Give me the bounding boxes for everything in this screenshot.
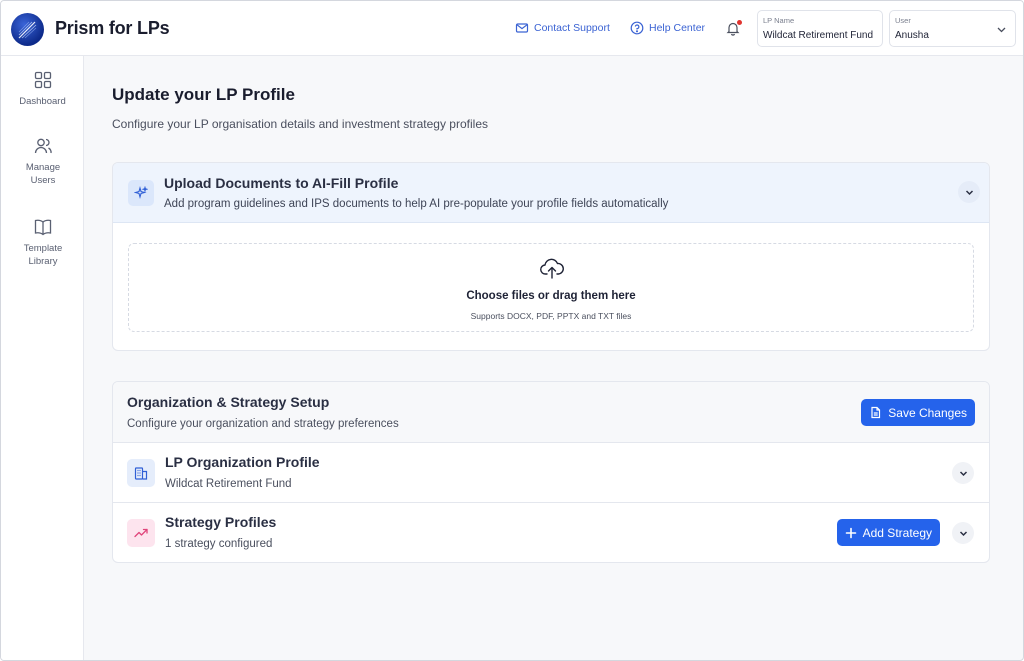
upload-card-header[interactable]: Upload Documents to AI-Fill Profile Add … (113, 163, 989, 223)
add-strategy-button[interactable]: Add Strategy (836, 519, 940, 546)
expand-org-profile-button[interactable] (952, 462, 974, 484)
help-center-link[interactable]: Help Center (630, 21, 705, 35)
strategy-profiles-subtitle: 1 strategy configured (165, 538, 273, 550)
user-value: Anusha (895, 30, 929, 41)
file-dropzone[interactable]: Choose files or drag them here Supports … (128, 243, 974, 332)
building-icon (127, 459, 155, 487)
cloud-upload-icon (540, 258, 564, 279)
expand-strategy-profiles-button[interactable] (952, 522, 974, 544)
plus-icon (845, 527, 856, 538)
top-bar: Prism for LPs Contact Support Help Cente… (1, 1, 1023, 56)
lp-organization-profile-row[interactable]: LP Organization Profile Wildcat Retireme… (113, 443, 989, 503)
lp-name-label: LP Name (763, 16, 795, 25)
contact-support-label: Contact Support (534, 22, 610, 34)
help-circle-icon (630, 21, 644, 35)
setup-card-header: Organization & Strategy Setup Configure … (113, 382, 989, 443)
mail-icon (515, 23, 529, 33)
sidebar-item-template-library[interactable]: Template Library (1, 217, 84, 268)
collapse-upload-button[interactable] (958, 181, 980, 203)
save-changes-label: Save Changes (888, 405, 967, 420)
sidebar-item-label: Manage Users (25, 162, 61, 186)
org-profile-title: LP Organization Profile (165, 454, 320, 470)
chevron-down-icon (959, 470, 967, 476)
page-title: Update your LP Profile (112, 85, 295, 104)
users-icon (34, 138, 52, 154)
organization-strategy-card: Organization & Strategy Setup Configure … (112, 381, 990, 563)
user-label: User (895, 16, 911, 25)
app-window: Prism for LPs Contact Support Help Cente… (0, 0, 1024, 661)
setup-card-title: Organization & Strategy Setup (127, 394, 330, 410)
org-profile-subtitle: Wildcat Retirement Fund (165, 478, 292, 490)
upload-documents-card: Upload Documents to AI-Fill Profile Add … (112, 162, 990, 351)
page-subtitle: Configure your LP organisation details a… (112, 117, 488, 131)
sidebar-item-label: Template Library (23, 243, 63, 267)
help-center-label: Help Center (649, 22, 706, 34)
upload-card-title: Upload Documents to AI-Fill Profile (164, 175, 399, 191)
notification-dot (737, 20, 742, 25)
add-strategy-label: Add Strategy (862, 525, 932, 540)
upload-card-description: Add program guidelines and IPS documents… (164, 198, 669, 210)
document-icon (871, 406, 881, 419)
strategy-profiles-title: Strategy Profiles (165, 514, 277, 530)
grid-icon (34, 71, 51, 89)
dropzone-supported-formats: Supports DOCX, PDF, PPTX and TXT files (470, 311, 632, 321)
sidebar-item-manage-users[interactable]: Manage Users (1, 136, 84, 187)
app-title: Prism for LPs (55, 18, 170, 38)
save-changes-button[interactable]: Save Changes (861, 399, 975, 426)
lp-name-selector[interactable]: LP Name Wildcat Retirement Fund (757, 10, 883, 47)
setup-card-description: Configure your organization and strategy… (127, 418, 399, 430)
notifications-button[interactable] (725, 20, 743, 38)
trending-up-icon (127, 519, 155, 547)
lp-name-value: Wildcat Retirement Fund (763, 30, 874, 41)
contact-support-link[interactable]: Contact Support (515, 21, 610, 35)
chevron-down-icon (997, 27, 1006, 33)
dropzone-title: Choose files or drag them here (466, 290, 636, 302)
sidebar: Dashboard Manage Users Template Library (1, 56, 84, 660)
sidebar-item-dashboard[interactable]: Dashboard (1, 70, 84, 108)
user-selector[interactable]: User Anusha (889, 10, 1016, 47)
sidebar-item-label: Dashboard (19, 96, 66, 107)
chevron-down-icon (959, 530, 967, 536)
sparkles-icon (128, 180, 154, 206)
logo-icon[interactable] (11, 13, 44, 46)
chevron-down-icon (965, 189, 973, 195)
strategy-profiles-row[interactable]: Strategy Profiles 1 strategy configured … (113, 503, 989, 562)
book-icon (34, 219, 51, 236)
